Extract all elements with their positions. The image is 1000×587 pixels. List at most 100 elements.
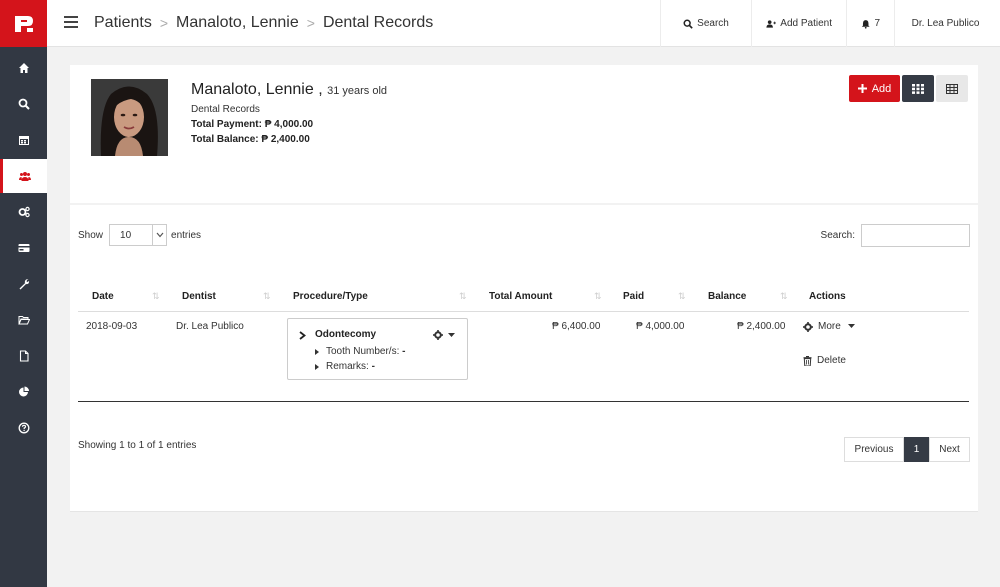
sidebar-item-help[interactable] (0, 411, 47, 445)
cell-total-amount: ₱ 6,400.00 (552, 321, 601, 332)
home-icon (18, 63, 29, 73)
col-header-dentist[interactable]: Dentist (182, 291, 216, 302)
patient-avatar-icon (91, 79, 168, 156)
caret-down-icon (847, 324, 855, 328)
notifications-count: 7 (874, 18, 880, 29)
patient-age: 31 years old (327, 85, 388, 97)
trash-icon (803, 355, 812, 366)
sort-icon[interactable]: ⇅ (152, 291, 160, 302)
gear-icon[interactable] (433, 330, 443, 340)
tooth-number-value: - (402, 346, 406, 357)
breadcrumb-patient-name[interactable]: Manaloto, Lennie (176, 14, 299, 32)
sidebar-item-patients[interactable] (0, 159, 47, 193)
cell-date: 2018-09-03 (86, 321, 138, 332)
sort-icon[interactable]: ⇅ (678, 291, 686, 302)
procedure-card: Odontecomy Tooth Number/s: - Remarks: - (287, 318, 468, 380)
remarks: Remarks: - (326, 361, 375, 372)
calendar-icon (18, 136, 29, 145)
notifications-button[interactable]: 7 (846, 0, 894, 47)
pagination-next[interactable]: Next (929, 437, 970, 462)
user-menu[interactable]: Dr. Lea Publico (894, 0, 1000, 47)
patient-name-text: Manaloto, Lennie , (191, 81, 323, 98)
remarks-value: - (371, 361, 375, 372)
grid-view-button[interactable] (902, 75, 934, 102)
delete-label: Delete (817, 355, 846, 366)
caret-down-icon[interactable] (448, 333, 455, 338)
sidebar-item-settings[interactable] (0, 195, 47, 229)
header-search-label: Search (697, 18, 729, 29)
sidebar-item-files[interactable] (0, 303, 47, 337)
records-card: Show 10 entries Search: Date ⇅ Dentist ⇅… (70, 205, 978, 512)
grid-view-icon (912, 83, 924, 94)
sidebar-item-calendar[interactable] (0, 123, 47, 157)
cell-balance: ₱ 2,400.00 (737, 321, 786, 332)
col-header-procedure[interactable]: Procedure/Type (293, 291, 368, 302)
table-view-button[interactable] (936, 75, 968, 102)
caret-right-icon (315, 364, 319, 370)
col-header-paid[interactable]: Paid (623, 291, 644, 302)
search-icon (18, 98, 30, 110)
entries-select[interactable]: 10 (109, 224, 168, 246)
breadcrumb-patients[interactable]: Patients (94, 14, 152, 32)
delete-button[interactable]: Delete (803, 355, 846, 366)
chevron-down-icon (152, 225, 166, 245)
sidebar-item-home[interactable] (0, 51, 47, 85)
tooth-number: Tooth Number/s: - (326, 346, 406, 357)
col-header-balance[interactable]: Balance (708, 291, 746, 302)
table-search-label: Search: (820, 230, 855, 241)
header-search-button[interactable]: Search (660, 0, 751, 47)
caret-right-icon (315, 349, 319, 355)
sort-icon[interactable]: ⇅ (459, 291, 467, 302)
tooth-number-label: Tooth Number/s: (326, 346, 400, 357)
sidebar-item-documents[interactable] (0, 339, 47, 373)
chevron-right-icon[interactable] (299, 331, 306, 340)
breadcrumb: Patients > Manaloto, Lennie > Dental Rec… (94, 14, 433, 32)
pagination-previous[interactable]: Previous (844, 437, 904, 462)
bell-icon (861, 19, 870, 29)
cell-paid: ₱ 4,000.00 (636, 321, 685, 332)
table-search: Search: (821, 224, 970, 247)
add-record-label: Add (871, 82, 892, 95)
file-icon (19, 350, 29, 362)
user-name: Dr. Lea Publico (911, 18, 980, 29)
add-record-button[interactable]: Add (849, 75, 900, 102)
breadcrumb-separator-icon: > (159, 15, 168, 31)
sidebar (0, 0, 47, 587)
table-view-icon (946, 83, 958, 94)
more-actions-label: More (818, 321, 841, 332)
breadcrumb-separator-icon: > (306, 15, 315, 31)
header-divider (78, 311, 969, 312)
sort-icon[interactable]: ⇅ (594, 291, 602, 302)
entries-value: 10 (120, 229, 132, 241)
show-label: Show (78, 229, 104, 241)
sidebar-item-tools[interactable] (0, 267, 47, 301)
gear-icon (803, 321, 813, 332)
wrench-icon (19, 279, 29, 290)
sort-icon[interactable]: ⇅ (780, 291, 788, 302)
app-logo[interactable] (0, 0, 47, 47)
sort-icon[interactable]: ⇅ (263, 291, 271, 302)
col-header-date[interactable]: Date (92, 291, 114, 302)
more-actions-button[interactable]: More (803, 321, 855, 332)
entries-control: Show 10 entries (78, 224, 201, 246)
credit-card-icon (18, 244, 29, 252)
folder-open-icon (17, 316, 30, 325)
table-bottom-divider (78, 401, 969, 402)
sidebar-item-search[interactable] (0, 87, 47, 121)
total-payment: Total Payment: ₱ 4,000.00 (191, 119, 314, 130)
pie-chart-icon (18, 386, 29, 397)
pagination-page-1[interactable]: 1 (904, 437, 929, 462)
menu-toggle-icon[interactable] (64, 16, 78, 28)
sidebar-item-reports[interactable] (0, 375, 47, 409)
procedure-name: Odontecomy (315, 329, 377, 340)
table-search-input[interactable] (861, 224, 970, 247)
total-balance: Total Balance: ₱ 2,400.00 (191, 134, 310, 145)
cogs-icon (18, 206, 30, 218)
sidebar-item-billing[interactable] (0, 231, 47, 265)
logo-icon (14, 15, 33, 32)
top-bar: Patients > Manaloto, Lennie > Dental Rec… (47, 0, 1000, 47)
add-patient-button[interactable]: Add Patient (751, 0, 846, 47)
user-plus-icon (766, 19, 776, 28)
section-label: Dental Records (191, 104, 260, 115)
col-header-total-amount[interactable]: Total Amount (489, 291, 552, 302)
